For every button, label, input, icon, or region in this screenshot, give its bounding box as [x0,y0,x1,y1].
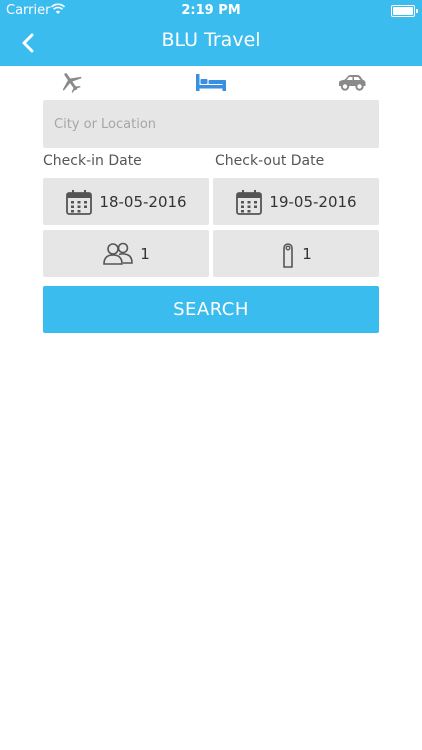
car-icon[interactable] [337,71,367,93]
rooms-field[interactable]: 1 [213,230,379,277]
guests-count: 1 [140,244,150,263]
calendar-icon [236,189,263,215]
status-time: 2:19 PM [181,3,241,18]
search-button[interactable]: SEARCH [43,286,379,333]
battery-icon [391,5,418,17]
bed-icon[interactable] [195,71,227,93]
location-input[interactable] [43,100,379,148]
travel-mode-tabs [0,66,422,98]
checkout-date-value: 19-05-2016 [269,192,357,211]
page-title: BLU Travel [161,29,261,51]
users-icon [103,242,134,265]
checkout-date-field[interactable]: 19-05-2016 [213,178,379,225]
app-header: Carrier 2:19 PM BLU Travel [0,0,422,66]
checkin-date-value: 18-05-2016 [99,192,187,211]
calendar-icon [66,189,93,215]
checkin-date-field[interactable]: 18-05-2016 [43,178,209,225]
door-hanger-icon [283,242,294,268]
rooms-count: 1 [302,244,312,263]
guests-field[interactable]: 1 [43,230,209,277]
status-bar: Carrier 2:19 PM [0,0,422,22]
checkin-label: Check-in Date [43,153,142,169]
airplane-icon[interactable] [59,71,83,93]
checkout-label: Check-out Date [215,153,325,169]
